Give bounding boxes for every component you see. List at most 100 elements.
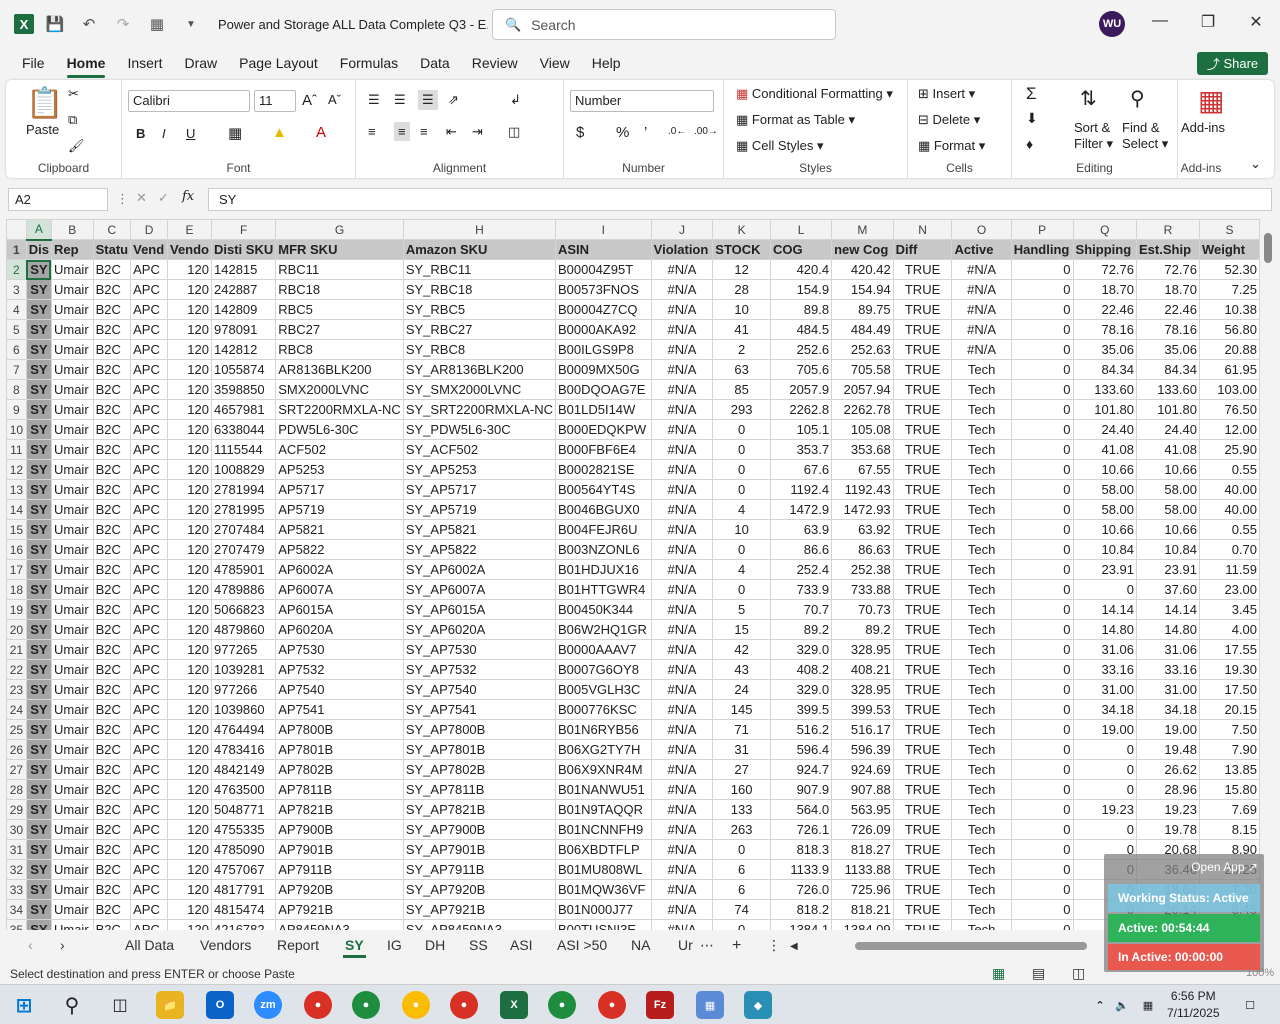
cell[interactable]: 0 [1010, 799, 1074, 820]
cell[interactable]: Tech [951, 719, 1012, 740]
cell[interactable]: 907.88 [831, 779, 894, 800]
cell[interactable]: SY_RBC11 [402, 259, 556, 280]
cell[interactable]: #N/A [650, 359, 714, 380]
sort-filter-button[interactable]: Sort & Filter ▾ [1074, 120, 1113, 152]
cell[interactable]: 0 [1010, 299, 1074, 320]
cell[interactable]: AP5253 [275, 459, 404, 480]
paste-icon[interactable]: 📋 [26, 86, 63, 121]
cell[interactable]: 84.34 [1136, 359, 1200, 380]
cell[interactable]: 252.4 [769, 559, 833, 580]
cell[interactable]: Tech [951, 739, 1012, 760]
cell[interactable]: 733.9 [769, 579, 833, 600]
cell[interactable]: 0 [1010, 819, 1074, 840]
cell[interactable]: #N/A [650, 379, 714, 400]
cell[interactable]: 25.90 [1198, 439, 1260, 460]
cell[interactable]: APC [130, 819, 168, 840]
cell[interactable]: SY_AP7921B [402, 899, 556, 920]
cell[interactable]: 5 [712, 599, 771, 620]
cell[interactable]: 120 [166, 399, 213, 420]
tab-sy[interactable]: SY [343, 937, 366, 958]
name-box[interactable]: A2 [8, 188, 108, 211]
cell[interactable]: 14.14 [1072, 599, 1138, 620]
cell[interactable]: SY_AP7811B [402, 779, 556, 800]
cell[interactable]: 1115544 [210, 439, 277, 460]
orientation-icon[interactable]: ⇗ [448, 92, 459, 108]
cell[interactable]: #N/A [650, 859, 714, 880]
cell[interactable]: 726.0 [769, 879, 833, 900]
cell[interactable]: TRUE [892, 659, 953, 680]
vertical-scroll-thumb[interactable] [1264, 233, 1272, 263]
cell[interactable]: 24 [712, 679, 771, 700]
cell[interactable]: Umair [50, 779, 94, 800]
cell[interactable]: 78.16 [1136, 319, 1200, 340]
cell[interactable]: 2 [712, 339, 771, 360]
cell[interactable]: 1192.43 [831, 479, 894, 500]
cell[interactable]: 133 [712, 799, 771, 820]
cut-icon[interactable]: ✂ [68, 86, 79, 102]
cell[interactable]: 818.3 [769, 839, 833, 860]
cell[interactable]: 120 [166, 759, 213, 780]
cell[interactable]: 4764494 [210, 719, 277, 740]
row-header[interactable]: 17 [6, 559, 27, 580]
cell[interactable]: 726.09 [831, 819, 894, 840]
calculator-app-icon[interactable]: ▦ [696, 991, 724, 1019]
windows-start-icon[interactable]: ⊞ [10, 991, 38, 1019]
cell[interactable]: 160 [712, 779, 771, 800]
chrome-profile-5-icon[interactable]: ● [598, 991, 626, 1019]
cell[interactable]: 353.7 [769, 439, 833, 460]
copy-icon[interactable]: ⧉ [68, 112, 77, 128]
cell[interactable]: 484.5 [769, 319, 833, 340]
cell[interactable]: AP5822 [275, 539, 404, 560]
cell[interactable]: 0 [1072, 739, 1138, 760]
cell[interactable]: 120 [166, 519, 213, 540]
cell[interactable]: SY_RBC8 [402, 339, 556, 360]
cell[interactable]: 0 [1072, 779, 1138, 800]
cell[interactable]: 252.38 [831, 559, 894, 580]
cell[interactable]: 105.1 [769, 419, 833, 440]
cell[interactable]: Tech [951, 539, 1012, 560]
cell[interactable]: 329.0 [769, 639, 833, 660]
cell[interactable]: 4815474 [210, 899, 277, 920]
cell[interactable]: 263 [712, 819, 771, 840]
page-break-view-icon[interactable]: ◫ [1072, 965, 1085, 982]
cell[interactable]: 120 [166, 299, 213, 320]
cell[interactable]: RBC18 [275, 279, 404, 300]
cell[interactable]: B2C [92, 679, 132, 700]
cell[interactable]: APC [130, 479, 168, 500]
cell[interactable]: SY_AP5822 [402, 539, 556, 560]
cell[interactable]: 23.91 [1072, 559, 1138, 580]
row-header[interactable]: 18 [6, 579, 27, 600]
number-format-combo[interactable]: Number [570, 90, 714, 112]
cell[interactable]: 120 [166, 499, 213, 520]
increase-font-icon[interactable]: Aˆ [302, 92, 317, 109]
cell[interactable]: 101.80 [1072, 399, 1138, 420]
cell[interactable]: APC [130, 539, 168, 560]
cell[interactable]: Umair [50, 519, 94, 540]
tab-ss[interactable]: SS [469, 937, 488, 953]
cell[interactable]: Tech [951, 839, 1012, 860]
cell[interactable]: B0007G6OY8 [554, 659, 652, 680]
merge-center-icon[interactable]: ◫ [508, 124, 520, 140]
task-view-icon[interactable]: ◫ [106, 991, 134, 1019]
row-header[interactable]: 7 [6, 359, 27, 380]
column-header-n[interactable]: N [892, 219, 953, 240]
cell[interactable]: 0 [712, 439, 771, 460]
column-header-d[interactable]: D [130, 219, 168, 240]
cell[interactable]: #N/A [650, 439, 714, 460]
cell[interactable]: SY_AP7802B [402, 759, 556, 780]
cell[interactable]: SY [25, 419, 52, 440]
menu-review[interactable]: Review [472, 51, 518, 75]
cell[interactable]: B2C [92, 859, 132, 880]
menu-draw[interactable]: Draw [184, 51, 217, 75]
cell[interactable]: RBC8 [275, 339, 404, 360]
page-layout-view-icon[interactable]: ▤ [1032, 965, 1045, 982]
cell[interactable]: 399.5 [769, 699, 833, 720]
cell[interactable]: TRUE [892, 559, 953, 580]
cell[interactable]: 733.88 [831, 579, 894, 600]
cell[interactable]: 0 [1010, 739, 1074, 760]
cell[interactable]: AP7911B [275, 859, 404, 880]
cell[interactable]: 10 [712, 519, 771, 540]
cell[interactable]: AP7900B [275, 819, 404, 840]
cell[interactable]: SY_RBC5 [402, 299, 556, 320]
cell[interactable]: Umair [50, 259, 94, 280]
